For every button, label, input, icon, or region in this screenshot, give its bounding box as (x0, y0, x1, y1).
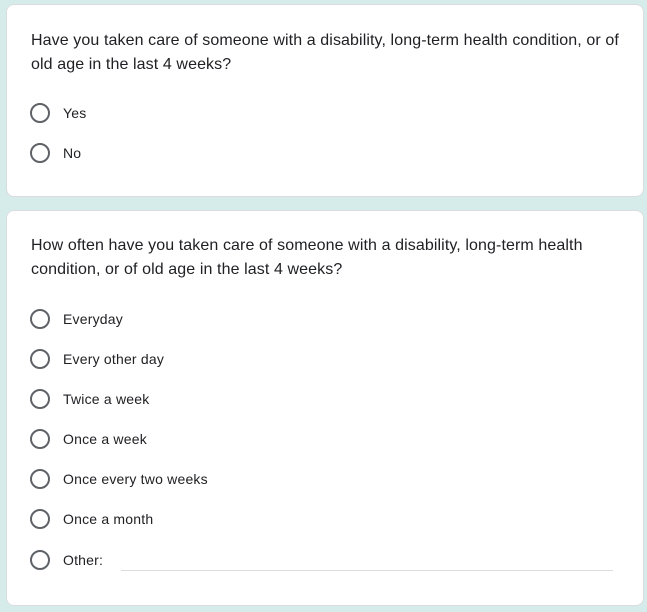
radio-option-yes[interactable]: Yes (30, 101, 86, 125)
option-label: Once every two weeks (63, 471, 208, 487)
option-label: Everyday (63, 311, 123, 327)
radio-unchecked-icon[interactable] (30, 389, 50, 409)
option-label: Twice a week (63, 391, 150, 407)
other-input-underline (121, 570, 613, 571)
option-label: Other: (63, 552, 104, 568)
option-label: Yes (63, 105, 87, 121)
radio-option-everyday[interactable]: Everyday (30, 307, 123, 331)
radio-option-no[interactable]: No (30, 141, 81, 165)
radio-unchecked-icon[interactable] (30, 509, 50, 529)
option-label: Every other day (63, 351, 165, 367)
radio-option-every-other-day[interactable]: Every other day (30, 347, 164, 371)
radio-unchecked-icon[interactable] (30, 349, 50, 369)
radio-option-once-a-week[interactable]: Once a week (30, 427, 147, 451)
option-label: Once a month (63, 511, 154, 527)
option-label: Once a week (63, 431, 147, 447)
option-label: No (63, 145, 82, 161)
question-title: How often have you taken care of someone… (31, 237, 583, 278)
radio-unchecked-icon[interactable] (30, 103, 50, 123)
radio-unchecked-icon[interactable] (30, 309, 50, 329)
radio-unchecked-icon[interactable] (30, 550, 50, 570)
other-text-input[interactable] (121, 548, 613, 570)
radio-option-other[interactable]: Other: (30, 548, 103, 572)
question-title: Have you taken care of someone with a di… (31, 32, 619, 73)
radio-unchecked-icon[interactable] (30, 429, 50, 449)
question-card-caregiving: Have you taken care of someone with a di… (6, 4, 644, 197)
radio-option-twice-a-week[interactable]: Twice a week (30, 387, 149, 411)
radio-unchecked-icon[interactable] (30, 143, 50, 163)
radio-option-once-a-month[interactable]: Once a month (30, 507, 153, 531)
radio-unchecked-icon[interactable] (30, 469, 50, 489)
question-card-frequency: How often have you taken care of someone… (6, 210, 644, 606)
radio-option-once-every-two-weeks[interactable]: Once every two weeks (30, 467, 208, 491)
